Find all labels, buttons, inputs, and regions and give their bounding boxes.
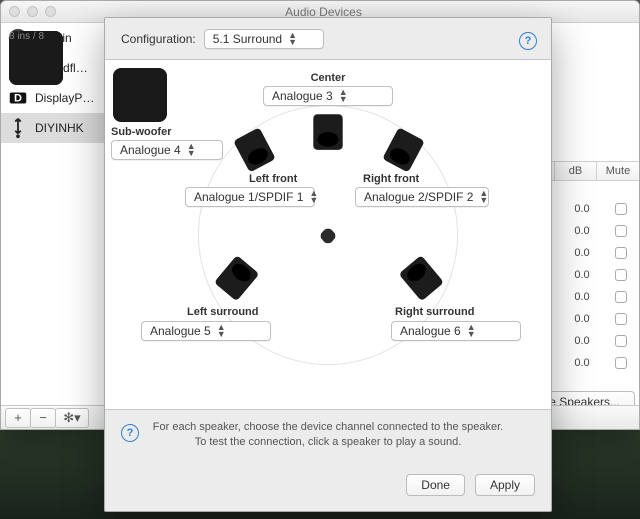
- cell-db: 0.0: [561, 269, 603, 281]
- chevron-updown-icon: ▲▼: [461, 324, 475, 338]
- hint-line-2: To test the connection, click a speaker …: [195, 435, 462, 450]
- cell-mute[interactable]: [603, 225, 639, 237]
- help-icon[interactable]: ?: [519, 32, 537, 50]
- close-icon[interactable]: [9, 6, 20, 17]
- subwoofer-channel-select[interactable]: Analogue 4▲▼: [111, 140, 223, 160]
- right-front-channel-select[interactable]: Analogue 2/SPDIF 2▲▼: [355, 187, 489, 207]
- subwoofer-label: Sub-woofer: [111, 126, 172, 138]
- sheet-header: Configuration: 5.1 Surround ▲▼ ?: [105, 18, 551, 60]
- device-name: DisplayP…: [35, 91, 94, 105]
- device-name: DIYINHK: [35, 121, 84, 135]
- cell-mute[interactable]: [603, 203, 639, 215]
- right-front-label: Right front: [363, 173, 419, 185]
- speaker-arena: Sub-woofer Analogue 4▲▼ Center Analogue …: [105, 60, 551, 410]
- left-surround-label: Left surround: [187, 306, 259, 318]
- mute-checkbox[interactable]: [615, 313, 627, 325]
- usb-icon: [7, 117, 29, 139]
- window-controls: [9, 6, 56, 17]
- chevron-updown-icon: ▲▼: [473, 190, 487, 204]
- chevron-updown-icon: ▲▼: [282, 32, 296, 46]
- cell-mute[interactable]: [603, 335, 639, 347]
- left-front-channel-select[interactable]: Analogue 1/SPDIF 1▲▼: [185, 187, 315, 207]
- device-row-selected[interactable]: DIYINHK 8 ins / 8: [1, 113, 106, 143]
- gear-menu-button[interactable]: ✻▾: [55, 408, 89, 428]
- mute-checkbox[interactable]: [615, 291, 627, 303]
- displayport-icon: D: [7, 87, 29, 109]
- listener-icon: [317, 224, 339, 246]
- subwoofer-icon[interactable]: [113, 68, 167, 122]
- chevron-updown-icon: ▲▼: [303, 190, 317, 204]
- chevron-updown-icon: ▲▼: [333, 89, 347, 103]
- configure-speakers-sheet: Configuration: 5.1 Surround ▲▼ ? Sub-woo…: [104, 17, 552, 512]
- cell-db: 0.0: [561, 225, 603, 237]
- left-surround-channel-select[interactable]: Analogue 5▲▼: [141, 321, 271, 341]
- cell-db: 0.0: [561, 313, 603, 325]
- device-sidebar: Built-in 0 ins / 2 Soundfl… 2 ins / 2 D …: [1, 23, 107, 405]
- svg-text:D: D: [14, 93, 22, 105]
- chevron-updown-icon: ▲▼: [211, 324, 225, 338]
- configuration-select[interactable]: 5.1 Surround ▲▼: [204, 29, 324, 49]
- mute-checkbox[interactable]: [615, 203, 627, 215]
- cell-mute[interactable]: [603, 247, 639, 259]
- zoom-icon[interactable]: [45, 6, 56, 17]
- left-front-label: Left front: [249, 173, 297, 185]
- configuration-label: Configuration:: [121, 32, 196, 46]
- center-speaker-icon[interactable]: [307, 110, 349, 152]
- col-mute[interactable]: Mute: [597, 162, 639, 180]
- minimize-icon[interactable]: [27, 6, 38, 17]
- done-button[interactable]: Done: [406, 474, 465, 496]
- cell-db: 0.0: [561, 247, 603, 259]
- mute-checkbox[interactable]: [615, 357, 627, 369]
- chevron-updown-icon: ▲▼: [181, 143, 195, 157]
- cell-db: 0.0: [561, 335, 603, 347]
- col-db[interactable]: dB: [555, 162, 597, 180]
- right-surround-channel-select[interactable]: Analogue 6▲▼: [391, 321, 521, 341]
- cell-mute[interactable]: [603, 357, 639, 369]
- add-device-button[interactable]: +: [5, 408, 31, 428]
- hint-line-1: For each speaker, choose the device chan…: [153, 420, 503, 435]
- help-icon[interactable]: ?: [121, 424, 139, 442]
- right-surround-label: Right surround: [395, 306, 474, 318]
- sheet-footer: For each speaker, choose the device chan…: [105, 410, 551, 510]
- cell-mute[interactable]: [603, 269, 639, 281]
- cell-mute[interactable]: [603, 313, 639, 325]
- mute-checkbox[interactable]: [615, 247, 627, 259]
- apply-button[interactable]: Apply: [475, 474, 535, 496]
- center-channel-select[interactable]: Analogue 3▲▼: [263, 86, 393, 106]
- mute-checkbox[interactable]: [615, 335, 627, 347]
- center-label: Center: [311, 72, 346, 84]
- mute-checkbox[interactable]: [615, 269, 627, 281]
- cell-db: 0.0: [561, 357, 603, 369]
- cell-db: 0.0: [561, 291, 603, 303]
- mute-checkbox[interactable]: [615, 225, 627, 237]
- cell-db: 0.0: [561, 203, 603, 215]
- device-row[interactable]: D DisplayP… 0 ins / 2: [1, 83, 106, 113]
- remove-device-button[interactable]: −: [30, 408, 56, 428]
- cell-mute[interactable]: [603, 291, 639, 303]
